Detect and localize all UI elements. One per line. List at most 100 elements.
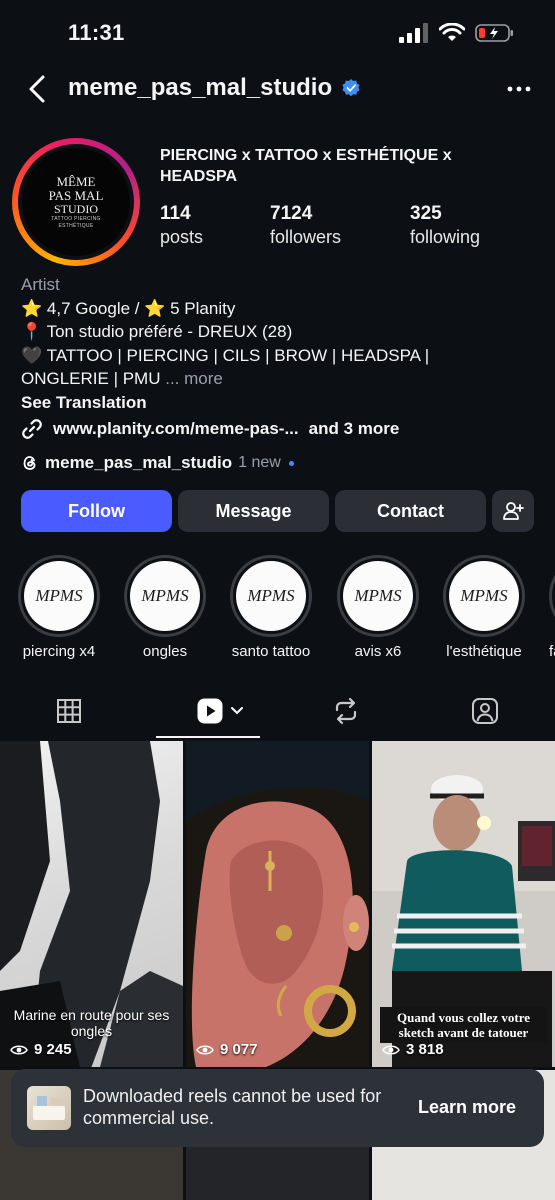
highlight-cover: MPMS <box>236 561 306 631</box>
highlight-cover: MPMS <box>130 561 200 631</box>
toast-thumbnail-image <box>33 1096 65 1120</box>
followers-count: 7124 <box>270 203 313 224</box>
username-text: meme_pas_mal_studio <box>68 74 333 101</box>
highlight-item[interactable]: MPMS avis x6 <box>337 555 419 660</box>
threads-badge[interactable]: meme_pas_mal_studio 1 new <box>21 453 294 473</box>
profile-bio: Artist ⭐ 4,7 Google / ⭐ 5 Planity 📍 Ton … <box>21 273 541 441</box>
tab-posts-grid[interactable] <box>49 692 89 730</box>
following-stat[interactable]: 325 following <box>410 203 480 249</box>
highlight-label: ongles <box>142 643 188 660</box>
message-button[interactable]: Message <box>178 490 329 532</box>
reel-thumbnail[interactable]: Marine en route pour ses ongles 9 245 <box>0 741 183 1067</box>
chevron-down-icon <box>231 707 243 715</box>
highlight-ring: MPMS <box>18 555 100 637</box>
suggested-accounts-button[interactable] <box>492 490 534 532</box>
wifi-icon <box>439 23 465 41</box>
logo-line-1: MÊME <box>56 173 96 189</box>
highlight-ring: MPMS <box>337 555 419 637</box>
highlight-item[interactable]: MPMS ongles <box>124 555 206 660</box>
battery-low-icon <box>475 24 513 42</box>
tab-tagged[interactable] <box>465 692 505 730</box>
highlight-ring: MPMS <box>443 555 525 637</box>
reel-thumbnail[interactable]: 9 077 <box>186 741 369 1067</box>
status-time: 11:31 <box>68 20 125 45</box>
following-count: 325 <box>410 203 442 224</box>
eye-icon <box>196 1044 214 1055</box>
profile-avatar[interactable]: MÊME PAS MAL STUDIO TATTOO PIERCING ESTH… <box>12 138 140 266</box>
back-button[interactable] <box>24 74 54 104</box>
bio-line-ratings: ⭐ 4,7 Google / ⭐ 5 Planity <box>21 298 236 318</box>
highlight-item[interactable]: MPMS piercing x4 <box>18 555 100 660</box>
threads-new-label: 1 new <box>238 454 281 471</box>
logo-line-3: STUDIO <box>54 201 98 216</box>
highlight-item[interactable]: MPMS l'esthétique <box>443 555 525 660</box>
bio-line-services-2: ONGLERIE | PMU ... more <box>21 367 541 391</box>
reels-icon <box>197 698 223 724</box>
bio-line-services: 🖤 TATTOO | PIERCING | CILS | BROW | HEAD… <box>21 345 430 365</box>
more-horizontal-icon <box>507 86 531 92</box>
tab-reposts[interactable] <box>326 692 366 730</box>
highlight-cover: MPMS <box>343 561 413 631</box>
learn-more-button[interactable]: Learn more <box>418 1097 516 1118</box>
highlight-ring: MPMS <box>230 555 312 637</box>
bio-line-location: 📍 Ton studio préféré - DREUX (28) <box>21 322 293 341</box>
bio-category: Artist <box>21 275 60 294</box>
chevron-left-icon <box>29 75 45 103</box>
add-person-icon <box>503 502 524 520</box>
bio-more-link[interactable]: more <box>184 369 223 388</box>
repost-icon <box>335 697 357 725</box>
highlight-label: avis x6 <box>354 643 402 660</box>
posts-label: posts <box>160 227 204 247</box>
highlight-item[interactable]: MPMS santo tattoo <box>230 555 312 660</box>
reel-view-count: 9 077 <box>196 1041 258 1058</box>
highlight-label: l'esthétique <box>446 643 522 660</box>
signal-icon <box>399 23 428 43</box>
bio-line-4-text: ONGLERIE | PMU <box>21 369 161 388</box>
posts-stat[interactable]: 114 posts <box>160 203 203 249</box>
tab-reels[interactable] <box>192 692 248 730</box>
reel-caption: Quand vous collez votre sketch avant de … <box>380 1007 547 1043</box>
status-icons <box>399 22 515 44</box>
posts-count: 114 <box>160 203 191 224</box>
profile-name: PIERCING x TATTOO x ESTHÉTIQUE x HEADSPA <box>160 147 452 185</box>
tagged-person-icon <box>472 698 498 724</box>
eye-icon <box>10 1044 28 1055</box>
reel-view-count: 3 818 <box>382 1041 444 1058</box>
verified-badge-icon <box>342 79 360 97</box>
views-text: 3 818 <box>406 1041 444 1058</box>
link-url: www.planity.com/meme-pas-... <box>53 419 299 438</box>
reel-view-count: 9 245 <box>10 1041 72 1058</box>
highlight-label: fa <box>549 643 555 660</box>
follow-button[interactable]: Follow <box>21 490 172 532</box>
toast-thumbnail <box>27 1086 71 1130</box>
avatar-gap: MÊME PAS MAL STUDIO TATTOO PIERCING ESTH… <box>18 144 134 260</box>
reel-caption: Marine en route pour ses ongles <box>13 1007 170 1039</box>
following-label: following <box>410 227 481 247</box>
download-notice-toast: Downloaded reels cannot be used for comm… <box>11 1069 544 1147</box>
highlight-cover: MPMS <box>24 561 94 631</box>
reel-image <box>186 741 369 1067</box>
highlight-ring: MPMS <box>124 555 206 637</box>
highlight-label: santo tattoo <box>231 643 311 660</box>
reel-thumbnail[interactable]: Quand vous collez votre sketch avant de … <box>372 741 555 1067</box>
see-translation-link[interactable]: See Translation <box>21 391 541 415</box>
followers-label: followers <box>270 227 342 247</box>
eye-icon <box>382 1044 400 1055</box>
logo-line-4: TATTOO PIERCING <box>51 215 101 222</box>
views-text: 9 077 <box>220 1041 258 1058</box>
bio-ellipsis: ... <box>160 369 185 388</box>
highlight-item-partial[interactable]: fa <box>549 555 555 675</box>
studio-logo: MÊME PAS MAL STUDIO TATTOO PIERCING ESTH… <box>22 148 130 256</box>
grid-icon <box>57 699 81 723</box>
highlight-cover: MPMS <box>449 561 519 631</box>
profile-username: meme_pas_mal_studio <box>68 74 360 102</box>
threads-icon <box>23 456 36 470</box>
active-tab-indicator <box>156 736 260 738</box>
followers-stat[interactable]: 7124 followers <box>270 203 341 249</box>
new-dot <box>288 460 294 466</box>
toast-message: Downloaded reels cannot be used for comm… <box>83 1086 382 1128</box>
bio-link[interactable]: www.planity.com/meme-pas-... and 3 more <box>21 417 541 441</box>
more-options-button[interactable] <box>507 82 531 96</box>
highlight-ring <box>549 555 555 637</box>
contact-button[interactable]: Contact <box>335 490 486 532</box>
